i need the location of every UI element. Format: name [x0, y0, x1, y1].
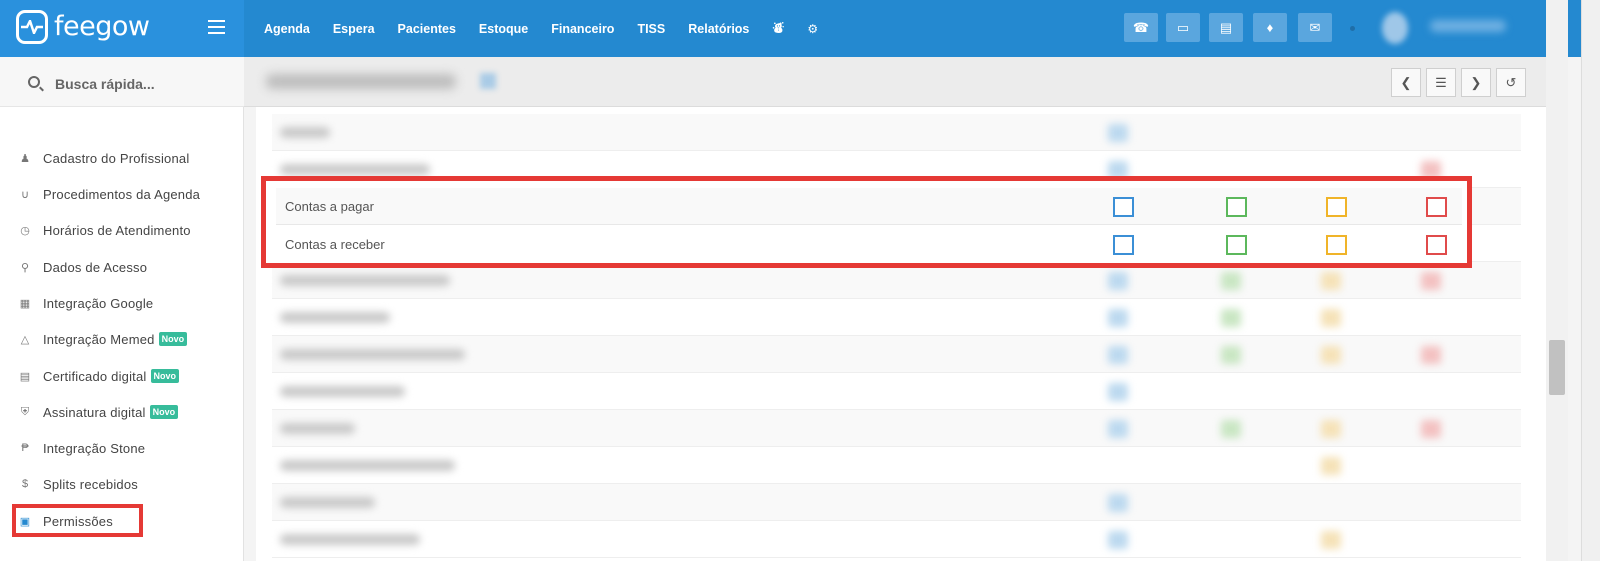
stone-icon: ₱: [21, 442, 29, 454]
chevron-left-icon[interactable]: ❮: [1391, 68, 1421, 97]
user-name-blurred[interactable]: [1430, 20, 1506, 32]
database-icon[interactable]: ⛇: [772, 20, 784, 37]
sidebar-item-integracao-google[interactable]: ▦ Integração Google: [18, 293, 153, 313]
search-placeholder[interactable]: Busca rápida...: [55, 76, 155, 92]
page-scrollbar[interactable]: [1581, 0, 1600, 561]
bell-icon[interactable]: ♦: [1253, 13, 1287, 42]
menu-toggle-icon[interactable]: [208, 20, 225, 34]
edit-checkbox[interactable]: [1326, 197, 1347, 217]
key-icon: ⚲: [20, 261, 30, 274]
flask-icon: △: [20, 333, 30, 346]
sidebar-item-procedimentos-agenda[interactable]: ∪ Procedimentos da Agenda: [18, 184, 200, 204]
phone-icon[interactable]: ☎: [1124, 13, 1158, 42]
list-icon[interactable]: ☰: [1426, 68, 1456, 97]
top-navbar: feegow Agenda Espera Pacientes Estoque F…: [0, 0, 1581, 57]
new-badge: Novo: [149, 405, 179, 419]
sidebar-item-horarios-atendimento[interactable]: ◷ Horários de Atendimento: [18, 220, 191, 240]
sidebar-item-cadastro-profissional[interactable]: ♟ Cadastro do Profissional: [18, 148, 189, 168]
content-scrollbar-track[interactable]: [1546, 0, 1568, 561]
status-dot: [1350, 26, 1355, 31]
permission-label: Contas a pagar: [285, 199, 374, 214]
brand-name[interactable]: feegow: [54, 11, 150, 42]
page-tag-blurred: [480, 73, 496, 89]
stethoscope-icon: ∪: [20, 188, 30, 201]
sidebar-item-splits-recebidos[interactable]: $ Splits recebidos: [18, 474, 138, 494]
sidebar-item-integracao-stone[interactable]: ₱ Integração Stone: [18, 438, 145, 458]
nav-espera[interactable]: Espera: [333, 22, 375, 36]
view-checkbox[interactable]: [1113, 197, 1134, 217]
add-checkbox[interactable]: [1226, 197, 1247, 217]
nav-pacientes[interactable]: Pacientes: [398, 22, 456, 36]
dollar-icon: $: [21, 478, 29, 490]
history-icon[interactable]: ↺: [1496, 68, 1526, 97]
sidebar-item-certificado-digital[interactable]: ▤ Certificado digital Novo: [18, 366, 180, 386]
table-row: [272, 521, 1521, 558]
main-nav: Agenda Espera Pacientes Estoque Financei…: [264, 0, 841, 57]
permissoes-highlight-box: [12, 504, 143, 537]
quick-search[interactable]: Busca rápida...: [0, 57, 244, 107]
sidebar-item-assinatura-digital[interactable]: ⛨ Assinatura digital Novo: [18, 402, 179, 422]
nav-estoque[interactable]: Estoque: [479, 22, 528, 36]
feegow-logo-icon[interactable]: [16, 10, 48, 44]
view-checkbox[interactable]: [1113, 235, 1134, 255]
remove-checkbox[interactable]: [1426, 235, 1447, 255]
table-row: [272, 447, 1521, 484]
permission-row-contas-a-receber: Contas a receber: [276, 226, 1462, 263]
sidebar-item-dados-acesso[interactable]: ⚲ Dados de Acesso: [18, 257, 147, 277]
nav-tiss[interactable]: TISS: [637, 22, 665, 36]
chevron-right-icon[interactable]: ❯: [1461, 68, 1491, 97]
avatar[interactable]: [1382, 12, 1408, 44]
table-row: [272, 410, 1521, 447]
credit-card-icon: ▤: [19, 370, 31, 383]
clock-icon: ◷: [20, 224, 30, 237]
shield-icon: ⛨: [20, 405, 30, 418]
new-badge: Novo: [150, 369, 180, 383]
calendar-icon: ▦: [19, 297, 31, 310]
nav-relatorios[interactable]: Relatórios: [688, 22, 749, 36]
page-title-blurred: [266, 74, 456, 89]
card-icon[interactable]: ▤: [1209, 13, 1243, 42]
permission-label: Contas a receber: [285, 237, 385, 252]
highlighted-permissions-box: Contas a pagar Contas a receber: [261, 176, 1472, 268]
content-header: ❮ ☰ ❯ ↺: [244, 57, 1546, 107]
brand-area: feegow: [0, 0, 244, 57]
table-row: [272, 484, 1521, 521]
table-row: [272, 299, 1521, 336]
chat-icon[interactable]: ✉: [1298, 13, 1332, 42]
remove-checkbox[interactable]: [1426, 197, 1447, 217]
search-icon: [28, 76, 40, 88]
content-scrollbar-thumb[interactable]: [1549, 340, 1565, 395]
sidebar-item-integracao-memed[interactable]: △ Integração Memed Novo: [18, 329, 188, 349]
table-row: [272, 336, 1521, 373]
nav-agenda[interactable]: Agenda: [264, 22, 310, 36]
inbox-icon[interactable]: ▭: [1166, 13, 1200, 42]
user-md-icon: ♟: [20, 152, 30, 165]
permission-row-contas-a-pagar: Contas a pagar: [276, 188, 1462, 225]
edit-checkbox[interactable]: [1326, 235, 1347, 255]
nav-financeiro[interactable]: Financeiro: [551, 22, 614, 36]
table-row: [272, 373, 1521, 410]
add-checkbox[interactable]: [1226, 235, 1247, 255]
new-badge: Novo: [158, 332, 188, 346]
table-row: [272, 114, 1521, 151]
gear-icon[interactable]: ⚙: [807, 22, 818, 36]
